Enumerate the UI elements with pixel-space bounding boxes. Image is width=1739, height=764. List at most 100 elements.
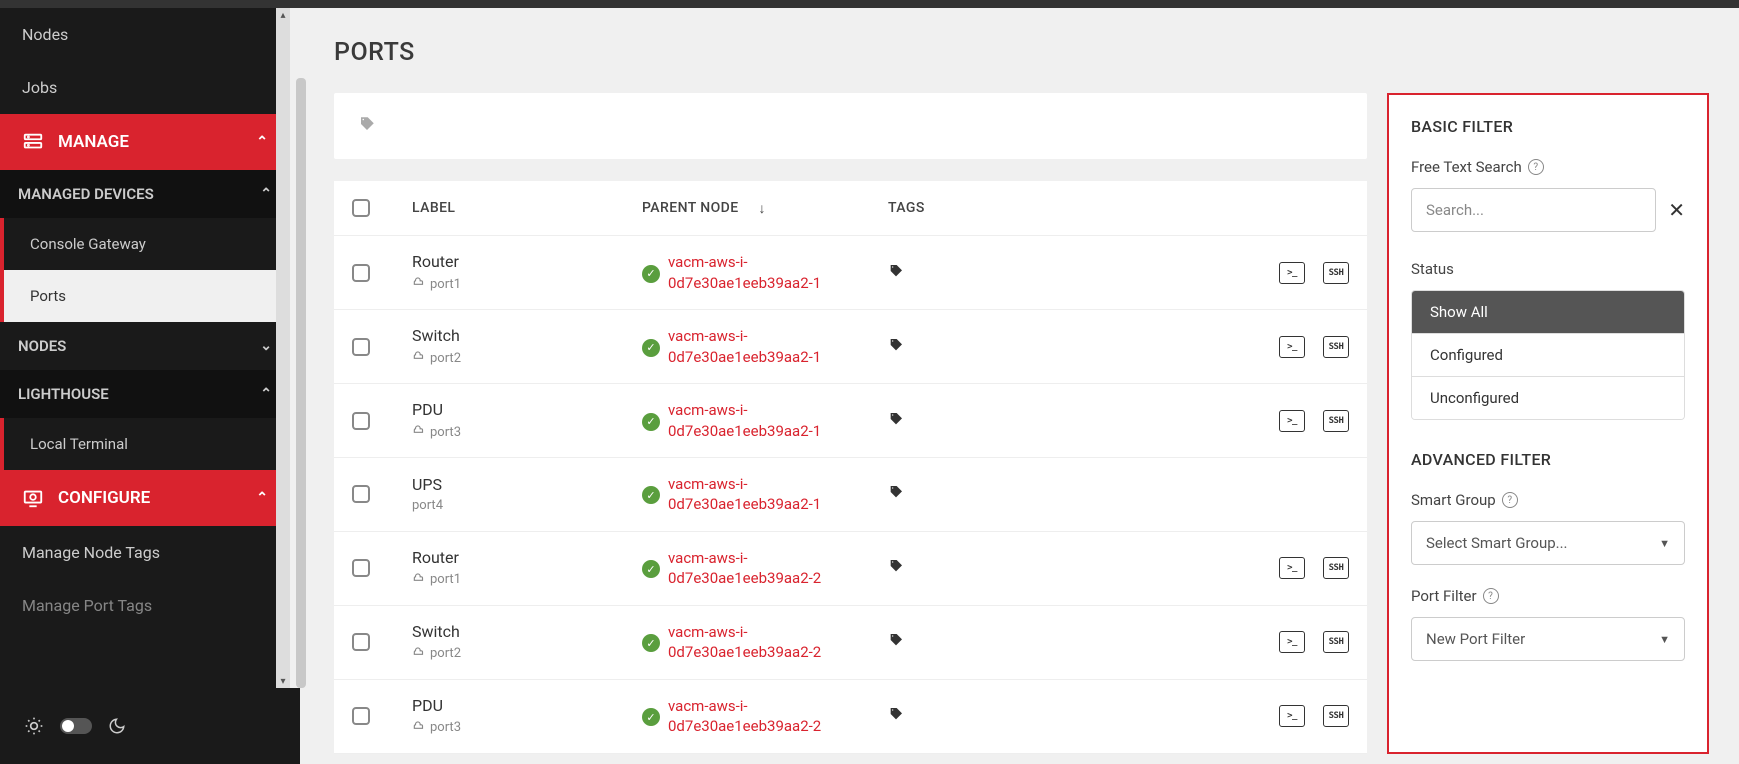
port-label: UPS xyxy=(412,475,642,494)
tag-icon[interactable] xyxy=(888,707,904,726)
sort-arrow-down-icon: ↓ xyxy=(758,200,765,217)
row-checkbox[interactable] xyxy=(352,707,370,725)
row-checkbox[interactable] xyxy=(352,633,370,651)
parent-node-link[interactable]: vacm-aws-i-0d7e30ae1eeb39aa2-2 xyxy=(668,696,882,737)
chevron-up-icon: ⌃ xyxy=(256,134,268,150)
ssh-button[interactable]: SSH xyxy=(1323,262,1349,284)
theme-toggle[interactable] xyxy=(60,718,92,734)
port-sublabel: port3 xyxy=(412,719,642,737)
tag-icon[interactable] xyxy=(888,633,904,652)
status-ok-icon: ✓ xyxy=(642,634,660,652)
port-sublabel: port2 xyxy=(412,645,642,663)
tag-icon[interactable] xyxy=(888,338,904,357)
page-title: PORTS xyxy=(334,38,1709,67)
sidebar-section-lighthouse[interactable]: LIGHTHOUSE ⌃ xyxy=(0,370,290,418)
terminal-button[interactable]: >_ xyxy=(1279,262,1305,284)
port-label: Switch xyxy=(412,326,642,345)
parent-node-link[interactable]: vacm-aws-i-0d7e30ae1eeb39aa2-1 xyxy=(668,400,882,441)
help-icon[interactable]: ? xyxy=(1502,492,1518,508)
status-ok-icon: ✓ xyxy=(642,486,660,504)
parent-node-link[interactable]: vacm-aws-i-0d7e30ae1eeb39aa2-2 xyxy=(668,548,882,589)
port-filter-select[interactable]: New Port Filter▼ xyxy=(1411,617,1685,661)
row-checkbox[interactable] xyxy=(352,485,370,503)
sidebar-item-console-gateway[interactable]: Console Gateway xyxy=(0,218,290,270)
sidebar-item-manage-port-tags[interactable]: Manage Port Tags xyxy=(0,579,290,632)
configure-icon xyxy=(22,487,44,509)
status-ok-icon: ✓ xyxy=(642,339,660,357)
free-text-search-label: Free Text Search? xyxy=(1411,158,1685,176)
status-ok-icon: ✓ xyxy=(642,560,660,578)
help-icon[interactable]: ? xyxy=(1483,588,1499,604)
port-sublabel: port1 xyxy=(412,275,642,293)
local-terminal-label: Local Terminal xyxy=(30,435,128,453)
port-icon xyxy=(412,571,426,589)
parent-node-link[interactable]: vacm-aws-i-0d7e30ae1eeb39aa2-1 xyxy=(668,474,882,515)
port-sublabel: port2 xyxy=(412,349,642,367)
sidebar-item-nodes[interactable]: Nodes xyxy=(0,8,290,61)
row-checkbox[interactable] xyxy=(352,338,370,356)
sidebar-item-jobs[interactable]: Jobs xyxy=(0,61,290,114)
smart-group-select[interactable]: Select Smart Group... ▼ xyxy=(1411,521,1685,565)
sidebar-item-ports[interactable]: Ports xyxy=(0,270,290,322)
sidebar-scrollbar[interactable]: ▴ ▾ xyxy=(276,8,290,688)
sidebar-item-local-terminal[interactable]: Local Terminal xyxy=(0,418,290,470)
tag-icon[interactable] xyxy=(888,485,904,504)
col-header-parent[interactable]: PARENT NODE ↓ xyxy=(642,200,882,217)
configure-label: CONFIGURE xyxy=(58,488,150,508)
sidebar-header-configure[interactable]: CONFIGURE ⌃ xyxy=(0,470,290,526)
select-all-checkbox[interactable] xyxy=(352,199,370,217)
row-checkbox[interactable] xyxy=(352,559,370,577)
terminal-button[interactable]: >_ xyxy=(1279,705,1305,727)
table-row: Routerport1✓vacm-aws-i-0d7e30ae1eeb39aa2… xyxy=(334,532,1367,606)
ssh-button[interactable]: SSH xyxy=(1323,557,1349,579)
port-icon xyxy=(412,349,426,367)
status-option[interactable]: Unconfigured xyxy=(1412,377,1684,419)
status-option[interactable]: Configured xyxy=(1412,334,1684,377)
status-ok-icon: ✓ xyxy=(642,708,660,726)
ports-label: Ports xyxy=(30,287,66,305)
row-checkbox[interactable] xyxy=(352,412,370,430)
scroll-down-icon[interactable]: ▾ xyxy=(276,674,290,688)
help-icon[interactable]: ? xyxy=(1528,159,1544,175)
ssh-button[interactable]: SSH xyxy=(1323,631,1349,653)
clear-search-icon[interactable]: ✕ xyxy=(1668,198,1685,222)
managed-devices-label: MANAGED DEVICES xyxy=(18,185,154,203)
chevron-up-icon: ⌃ xyxy=(256,490,268,506)
table-row: Switchport2✓vacm-aws-i-0d7e30ae1eeb39aa2… xyxy=(334,606,1367,680)
toggle-thumb xyxy=(62,720,74,732)
terminal-button[interactable]: >_ xyxy=(1279,410,1305,432)
row-checkbox[interactable] xyxy=(352,264,370,282)
tag-filter-bar[interactable] xyxy=(334,93,1367,159)
ssh-button[interactable]: SSH xyxy=(1323,336,1349,358)
ssh-button[interactable]: SSH xyxy=(1323,410,1349,432)
scroll-up-icon[interactable]: ▴ xyxy=(276,8,290,22)
tag-icon[interactable] xyxy=(888,412,904,431)
smart-group-value: Select Smart Group... xyxy=(1426,534,1568,552)
advanced-filter-title: ADVANCED FILTER xyxy=(1411,450,1685,469)
terminal-button[interactable]: >_ xyxy=(1279,557,1305,579)
ssh-button[interactable]: SSH xyxy=(1323,705,1349,727)
manage-label: MANAGE xyxy=(58,132,129,152)
lighthouse-label: LIGHTHOUSE xyxy=(18,385,109,403)
parent-node-link[interactable]: vacm-aws-i-0d7e30ae1eeb39aa2-1 xyxy=(668,326,882,367)
port-icon xyxy=(412,423,426,441)
parent-node-link[interactable]: vacm-aws-i-0d7e30ae1eeb39aa2-1 xyxy=(668,252,882,293)
sun-icon xyxy=(24,716,44,736)
terminal-button[interactable]: >_ xyxy=(1279,336,1305,358)
tag-icon[interactable] xyxy=(888,264,904,283)
parent-node-link[interactable]: vacm-aws-i-0d7e30ae1eeb39aa2-2 xyxy=(668,622,882,663)
status-option[interactable]: Show All xyxy=(1412,291,1684,334)
col-header-label[interactable]: LABEL xyxy=(412,200,642,216)
manage-node-tags-label: Manage Node Tags xyxy=(22,543,160,562)
sidebar-item-manage-node-tags[interactable]: Manage Node Tags xyxy=(0,526,290,579)
sidebar-header-manage[interactable]: MANAGE ⌃ xyxy=(0,114,290,170)
search-input[interactable] xyxy=(1411,188,1656,232)
caret-down-icon: ▼ xyxy=(1659,537,1670,550)
ports-table: LABEL PARENT NODE ↓ TAGS Routerport1✓vac… xyxy=(334,181,1367,754)
tag-icon[interactable] xyxy=(888,559,904,578)
sidebar-section-managed-devices[interactable]: MANAGED DEVICES ⌃ xyxy=(0,170,290,218)
main-content: PORTS LABEL PARENT NODE ↓ TAGS Routerpor… xyxy=(294,8,1739,764)
terminal-button[interactable]: >_ xyxy=(1279,631,1305,653)
sidebar-section-nodes[interactable]: NODES ⌄ xyxy=(0,322,290,370)
col-header-tags[interactable]: TAGS xyxy=(882,200,1229,216)
